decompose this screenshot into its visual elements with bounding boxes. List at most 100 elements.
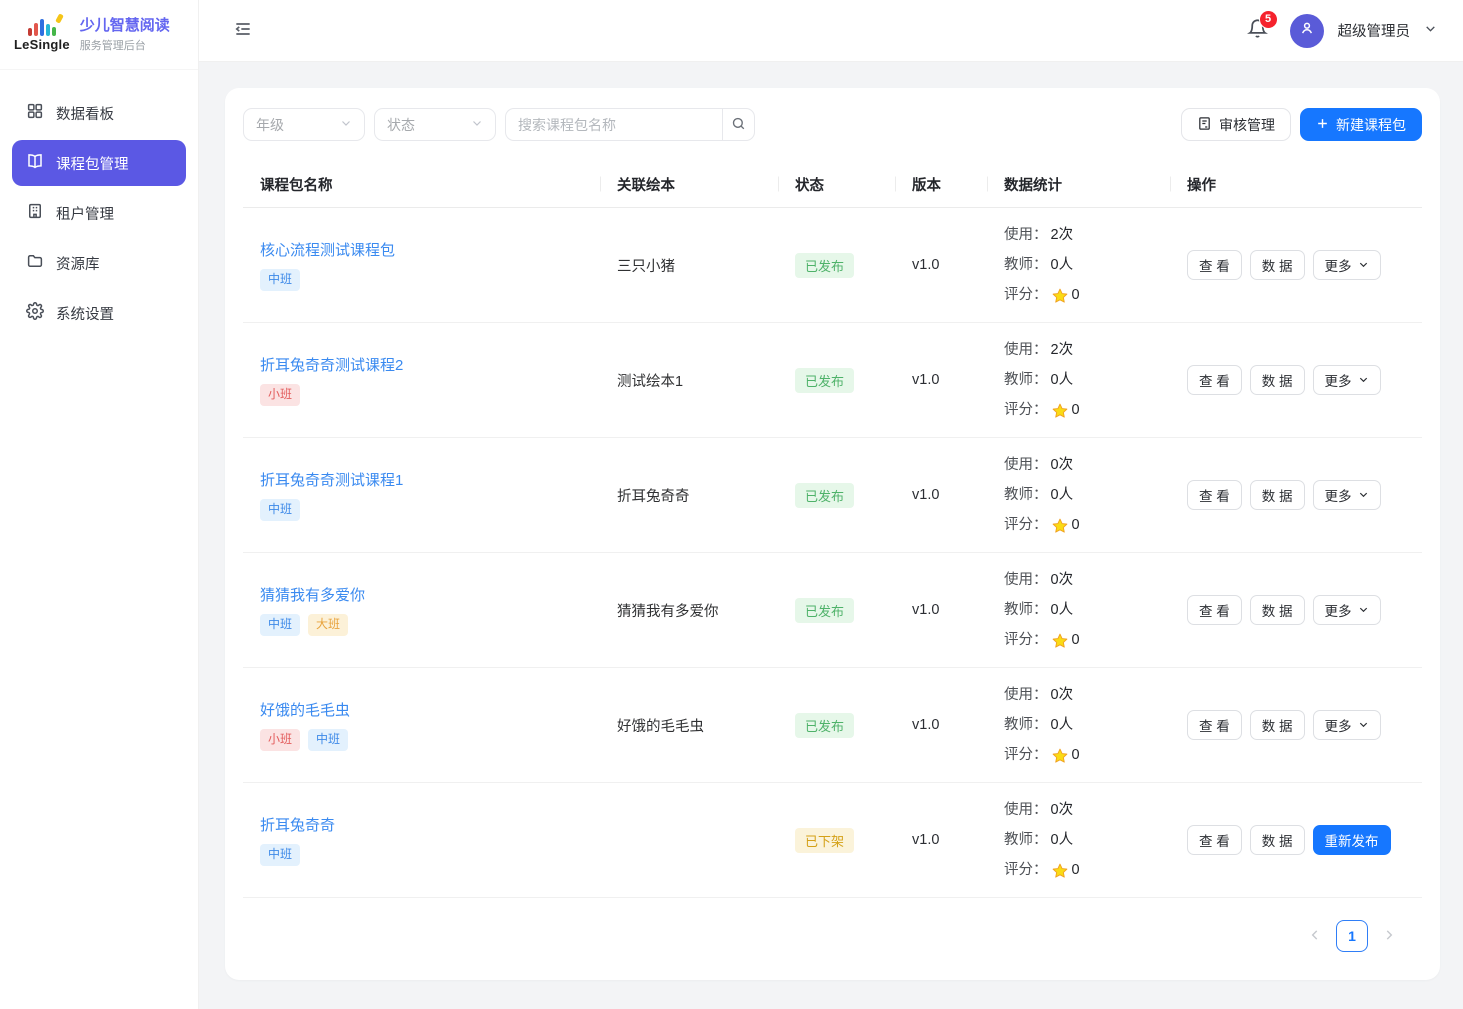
table-row: 核心流程测试课程包 中班 三只小猪 已发布 v1.0 使用： 2次 教师： 0人… <box>243 208 1422 323</box>
status-badge: 已发布 <box>795 598 854 623</box>
package-name-link[interactable]: 核心流程测试课程包 <box>260 239 395 260</box>
view-button[interactable]: 查 看 <box>1187 595 1242 625</box>
filter-bar: 年级 状态 审核管理 <box>243 108 1422 141</box>
brand-text: 少儿智慧阅读 服务管理后台 <box>80 16 170 54</box>
more-button[interactable]: 更多 <box>1313 250 1381 280</box>
status-badge: 已发布 <box>795 713 854 738</box>
sidebar-collapse-button[interactable] <box>233 19 253 42</box>
view-button[interactable]: 查 看 <box>1187 250 1242 280</box>
version-value: v1.0 <box>912 487 939 503</box>
tag-list: 中班大班 <box>260 614 348 636</box>
notifications-button[interactable]: 5 <box>1247 18 1268 44</box>
status-badge: 已发布 <box>795 483 854 508</box>
teacher-value: 0人 <box>1051 480 1074 510</box>
current-user-name[interactable]: 超级管理员 <box>1338 20 1411 41</box>
usage-value: 2次 <box>1051 220 1074 250</box>
page-number-button[interactable]: 1 <box>1336 920 1368 952</box>
action-buttons: 查 看数 据更多 <box>1170 323 1422 437</box>
app-subtitle: 服务管理后台 <box>80 37 170 53</box>
lesingle-logo-icon: LeSingle <box>14 17 70 52</box>
usage-value: 2次 <box>1051 335 1074 365</box>
brand: LeSingle 少儿智慧阅读 服务管理后台 <box>0 0 198 70</box>
star-icon <box>1051 861 1069 879</box>
data-button[interactable]: 数 据 <box>1250 365 1305 395</box>
folder-icon <box>26 252 44 274</box>
book-name: 测试绘本1 <box>617 370 683 391</box>
version-value: v1.0 <box>912 717 939 733</box>
course-package-table: 课程包名称 关联绘本 状态 版本 数据统计 操作 核心流程测试课程包 中班 三只… <box>243 161 1422 898</box>
more-button[interactable]: 更多 <box>1313 710 1381 740</box>
sidebar-item-label: 租户管理 <box>56 203 114 224</box>
more-button[interactable]: 更多 <box>1313 480 1381 510</box>
chevron-down-icon <box>1424 22 1437 39</box>
search-group <box>505 108 755 141</box>
view-button[interactable]: 查 看 <box>1187 710 1242 740</box>
tag-list: 中班 <box>260 269 300 291</box>
grade-tag: 小班 <box>260 384 300 406</box>
audit-management-button[interactable]: 审核管理 <box>1181 108 1291 141</box>
sidebar-item-label: 系统设置 <box>56 303 114 324</box>
search-input[interactable] <box>505 108 722 141</box>
grade-tag: 中班 <box>260 499 300 521</box>
version-value: v1.0 <box>912 602 939 618</box>
rating-value: 0 <box>1072 740 1080 770</box>
search-button[interactable] <box>722 108 755 141</box>
grade-select[interactable]: 年级 <box>243 108 365 141</box>
usage-stat: 使用： 0次 <box>1004 450 1073 480</box>
package-name-link[interactable]: 折耳兔奇奇测试课程2 <box>260 354 403 375</box>
rating-value: 0 <box>1072 625 1080 655</box>
table-row: 折耳兔奇奇 中班 已下架 v1.0 使用： 0次 教师： 0人 评分： 0 查 … <box>243 783 1422 898</box>
package-name-link[interactable]: 折耳兔奇奇 <box>260 814 335 835</box>
rating-stat: 评分： 0 <box>1004 510 1080 540</box>
chevron-down-icon <box>340 116 352 134</box>
usage-stat: 使用： 0次 <box>1004 680 1073 710</box>
package-name-link[interactable]: 好饿的毛毛虫 <box>260 699 350 720</box>
package-name-link[interactable]: 折耳兔奇奇测试课程1 <box>260 469 403 490</box>
table-row: 猜猜我有多爱你 中班大班 猜猜我有多爱你 已发布 v1.0 使用： 0次 教师：… <box>243 553 1422 668</box>
data-button[interactable]: 数 据 <box>1250 250 1305 280</box>
user-menu-button[interactable] <box>1424 22 1437 40</box>
sidebar-item-course-packages[interactable]: 课程包管理 <box>12 140 186 186</box>
prev-page-button[interactable] <box>1308 928 1322 945</box>
usage-stat: 使用： 2次 <box>1004 335 1073 365</box>
package-name-link[interactable]: 猜猜我有多爱你 <box>260 584 365 605</box>
sidebar: LeSingle 少儿智慧阅读 服务管理后台 数据看板 课程包管理 租户管理 资… <box>0 0 199 1009</box>
more-button[interactable]: 更多 <box>1313 595 1381 625</box>
data-button[interactable]: 数 据 <box>1250 595 1305 625</box>
teacher-value: 0人 <box>1051 825 1074 855</box>
data-button[interactable]: 数 据 <box>1250 480 1305 510</box>
create-course-package-button[interactable]: 新建课程包 <box>1300 108 1422 141</box>
action-buttons: 查 看数 据更多 <box>1170 208 1422 322</box>
app-title: 少儿智慧阅读 <box>80 16 170 36</box>
data-button[interactable]: 数 据 <box>1250 710 1305 740</box>
more-button[interactable]: 更多 <box>1313 365 1381 395</box>
teacher-stat: 教师： 0人 <box>1004 250 1073 280</box>
view-button[interactable]: 查 看 <box>1187 480 1242 510</box>
sidebar-item-label: 课程包管理 <box>56 153 129 174</box>
gear-icon <box>26 302 44 324</box>
view-button[interactable]: 查 看 <box>1187 365 1242 395</box>
chevron-left-icon <box>1308 928 1322 945</box>
book-name: 折耳兔奇奇 <box>617 485 690 506</box>
usage-value: 0次 <box>1051 450 1074 480</box>
sidebar-item-dashboard[interactable]: 数据看板 <box>12 90 186 136</box>
sidebar-item-tenants[interactable]: 租户管理 <box>12 190 186 236</box>
avatar[interactable] <box>1290 14 1324 48</box>
chevron-down-icon <box>471 116 483 134</box>
chevron-down-icon <box>1358 373 1369 388</box>
usage-stat: 使用： 0次 <box>1004 565 1073 595</box>
stats-cell: 使用： 2次 教师： 0人 评分： 0 <box>987 208 1170 322</box>
notification-badge: 5 <box>1259 10 1278 29</box>
status-select[interactable]: 状态 <box>374 108 496 141</box>
usage-value: 0次 <box>1051 565 1074 595</box>
republish-button[interactable]: 重新发布 <box>1313 825 1391 855</box>
sidebar-item-settings[interactable]: 系统设置 <box>12 290 186 336</box>
data-button[interactable]: 数 据 <box>1250 825 1305 855</box>
sidebar-item-label: 数据看板 <box>56 103 114 124</box>
star-icon <box>1051 516 1069 534</box>
sidebar-item-resources[interactable]: 资源库 <box>12 240 186 286</box>
rating-stat: 评分： 0 <box>1004 855 1080 885</box>
view-button[interactable]: 查 看 <box>1187 825 1242 855</box>
status-select-value: 状态 <box>387 115 415 135</box>
next-page-button[interactable] <box>1382 928 1396 945</box>
